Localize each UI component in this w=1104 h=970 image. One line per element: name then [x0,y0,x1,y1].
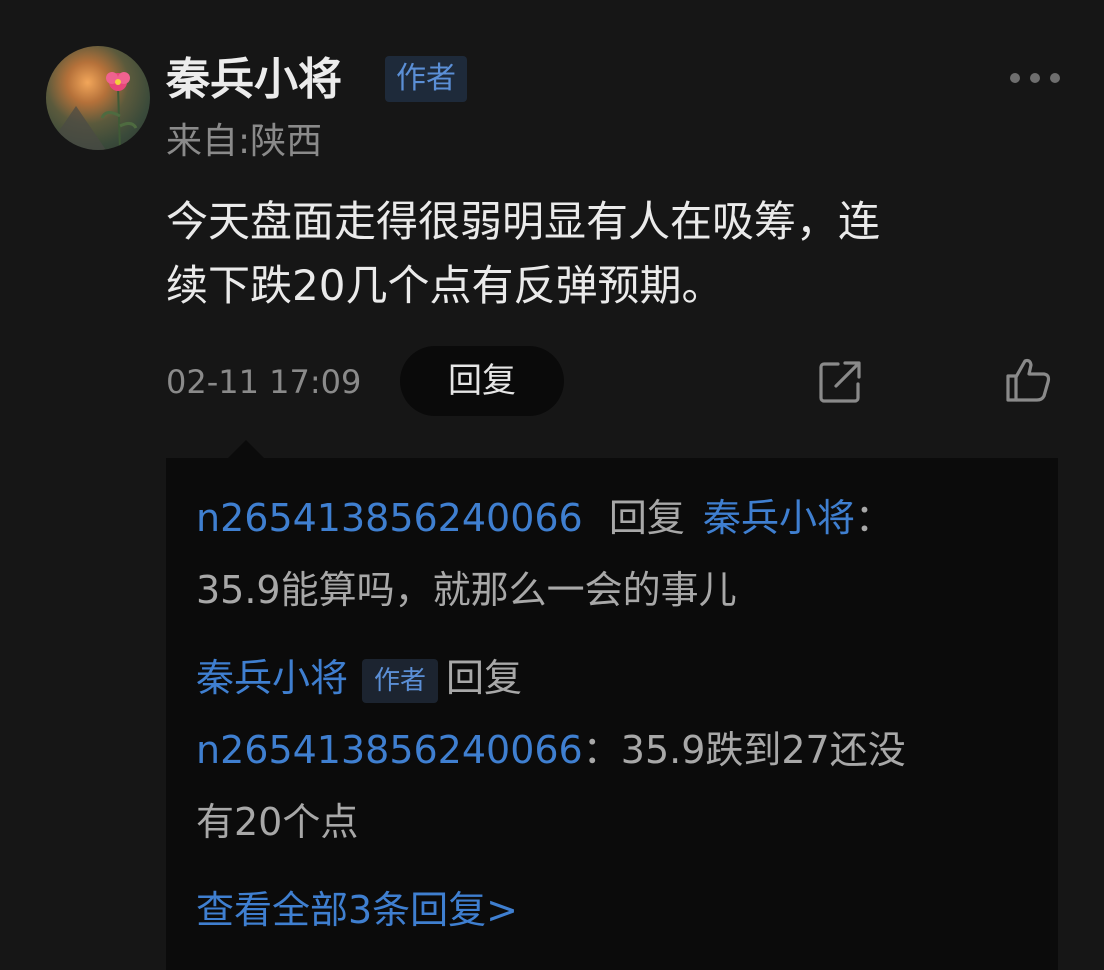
reply-item[interactable]: 秦兵小将 作者 回复 [196,648,522,708]
share-icon[interactable] [818,360,862,404]
post-timestamp: 02-11 17:09 [166,363,362,401]
author-badge: 作者 [362,658,439,703]
reply-box-pointer [228,440,264,458]
reply-word: 回复 [608,496,685,540]
post-content-line: 续下跌20几个点有反弹预期。 [166,261,724,310]
reply-word: 回复 [446,656,523,700]
author-badge: 作者 [385,56,467,102]
thumbs-up-icon[interactable] [1004,356,1052,404]
post-content: 今天盘面走得很弱明显有人在吸筹，连 续下跌20几个点有反弹预期。 [166,190,1056,318]
avatar[interactable] [46,46,150,150]
reply-user-link[interactable]: 秦兵小将 [196,656,348,700]
reply-item-continued: n265413856240066：35.9跌到27还没 [196,720,906,780]
avatar-flower-image [46,72,138,150]
reply-target-link[interactable]: 秦兵小将 [703,496,855,540]
reply-button[interactable]: 回复 [400,346,564,416]
reply-text: 35.9跌到27还没 [620,728,906,772]
reply-colon: ： [854,496,893,540]
post-content-line: 今天盘面走得很弱明显有人在吸筹，连 [166,197,881,246]
reply-text: 有20个点 [196,800,359,844]
post-location: 来自:陕西 [166,121,323,162]
reply-user-link[interactable]: n265413856240066 [196,496,583,540]
post-username[interactable]: 秦兵小将 [166,52,342,108]
reply-item[interactable]: n265413856240066 回复 秦兵小将： [196,488,893,548]
more-icon[interactable] [1010,70,1060,86]
reply-text: 35.9能算吗，就那么一会的事儿 [196,568,737,612]
reply-target-link[interactable]: n265413856240066 [196,728,583,772]
view-all-replies-link[interactable]: 查看全部3条回复> [196,880,518,940]
reply-colon: ： [582,728,621,772]
